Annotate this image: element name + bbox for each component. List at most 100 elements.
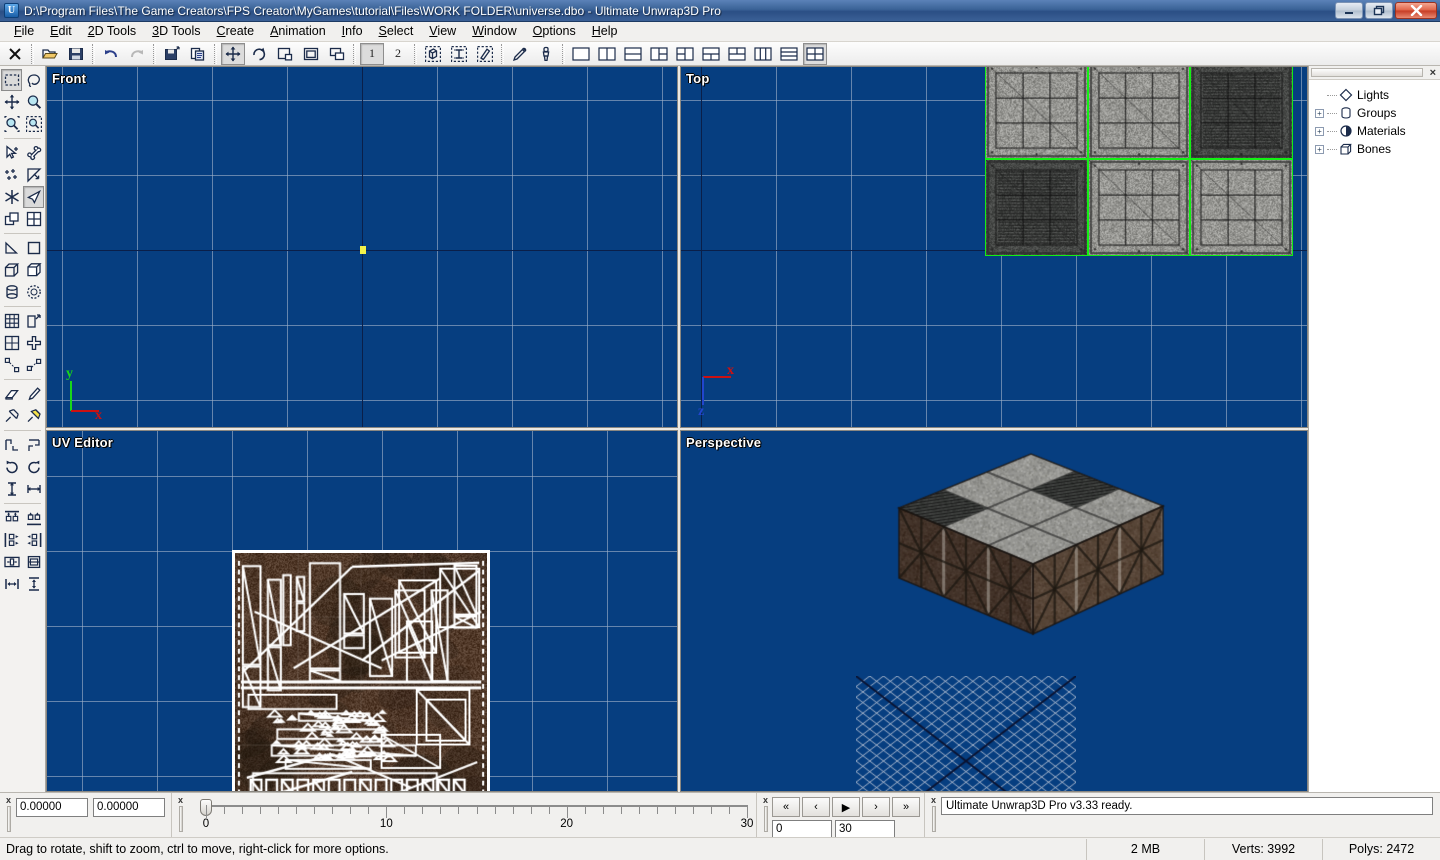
face-select-tool[interactable] (23, 186, 44, 208)
close-icon[interactable]: x (6, 796, 11, 805)
add-points-tool[interactable] (1, 164, 22, 186)
zoom-region-tool[interactable] (23, 113, 44, 135)
tree-node-bones[interactable]: + Bones (1315, 140, 1440, 158)
menu-item-animation[interactable]: Animation (262, 22, 334, 41)
split-edge-tool[interactable] (1, 354, 22, 376)
copy-icon[interactable] (186, 43, 210, 65)
align-bottom-tool[interactable] (23, 507, 44, 529)
timeline-panel-grip[interactable]: x (175, 795, 186, 832)
drag-handle[interactable] (931, 806, 936, 832)
select-uv-icon[interactable] (473, 43, 497, 65)
layout-one-left-two-right[interactable] (647, 43, 671, 65)
lasso-select-tool[interactable] (23, 69, 44, 91)
connect-tool[interactable] (23, 354, 44, 376)
layer-2-button[interactable]: 2 (386, 43, 410, 65)
bone-tool[interactable] (23, 142, 44, 164)
layout-quad[interactable] (803, 42, 827, 65)
select-face-icon[interactable] (447, 43, 471, 65)
layout-three-horizontal[interactable] (777, 43, 801, 65)
align-top-tool[interactable] (1, 507, 22, 529)
scene-tree-scrollbar[interactable] (1311, 68, 1423, 77)
subdivide-tool[interactable] (1, 310, 22, 332)
close-icon[interactable]: x (178, 796, 183, 805)
eraser-tool[interactable] (1, 383, 22, 405)
align-right-tool[interactable] (23, 529, 44, 551)
uv-map-canvas[interactable] (232, 550, 490, 791)
layout-two-left-one-right[interactable] (673, 43, 697, 65)
next-frame-button[interactable]: › (862, 797, 890, 817)
drag-handle[interactable] (178, 806, 183, 832)
coord-y-input[interactable]: 0.00000 (93, 798, 165, 817)
triangle-primitive-tool[interactable] (1, 237, 22, 259)
layout-single[interactable] (569, 43, 593, 65)
flip-horizontal-tool[interactable] (1, 434, 22, 456)
distribute-horizontal-tool[interactable] (1, 573, 22, 595)
weld-tool[interactable] (1, 332, 22, 354)
menu-item-options[interactable]: Options (525, 22, 584, 41)
rotate-icon[interactable] (247, 43, 271, 65)
zoom-tool[interactable] (23, 91, 44, 113)
center-horizontal-tool[interactable] (1, 551, 22, 573)
distribute-vertical-tool[interactable] (23, 573, 44, 595)
layout-two-vertical[interactable] (595, 43, 619, 65)
viewport-perspective[interactable]: Perspective (680, 430, 1308, 792)
drag-handle[interactable] (6, 806, 11, 832)
box-primitive-tool[interactable] (1, 259, 22, 281)
coordinate-panel-grip[interactable]: x (3, 795, 14, 832)
expand-toggle-icon[interactable]: + (1315, 108, 1324, 118)
move-icon[interactable] (221, 42, 245, 65)
menu-item-select[interactable]: Select (371, 22, 422, 41)
animation-timeline[interactable]: 0 10 20 30 (190, 795, 753, 835)
layout-one-top-two-bottom[interactable] (699, 43, 723, 65)
rotate-ccw-tool[interactable] (23, 456, 44, 478)
offset-icon[interactable] (325, 43, 349, 65)
layer-1-button[interactable]: 1 (360, 42, 384, 65)
prev-frame-button[interactable]: ‹ (802, 797, 830, 817)
extrude-tool[interactable] (23, 310, 44, 332)
log-panel-grip[interactable]: x (928, 795, 939, 832)
playback-panel-grip[interactable]: x (760, 795, 771, 832)
scale-vertical-tool[interactable] (1, 478, 22, 500)
tree-node-groups[interactable]: + Groups (1315, 104, 1440, 122)
pin-active-tool[interactable] (23, 405, 44, 427)
rotate-cw-tool[interactable] (1, 456, 22, 478)
pin-tool[interactable] (1, 405, 22, 427)
eyedropper-icon[interactable] (508, 43, 532, 65)
play-button[interactable]: ▶ (832, 797, 860, 817)
select-point-tool[interactable] (1, 142, 22, 164)
tree-node-materials[interactable]: + Materials (1315, 122, 1440, 140)
zoom-in-tool[interactable] (1, 113, 22, 135)
viewport-uv-editor[interactable]: UV Editor (46, 430, 678, 792)
snap-tool[interactable] (1, 186, 22, 208)
menu-item-view[interactable]: View (421, 22, 464, 41)
redo-icon[interactable] (125, 43, 149, 65)
coord-x-input[interactable]: 0.00000 (16, 798, 88, 817)
close-icon[interactable]: × (1430, 67, 1436, 78)
align-left-tool[interactable] (1, 529, 22, 551)
close-file-icon[interactable] (3, 43, 27, 65)
pan-tool[interactable] (1, 91, 22, 113)
cylinder-primitive-tool[interactable] (1, 281, 22, 303)
scale-icon[interactable] (273, 43, 297, 65)
viewport-top[interactable]: x z Top (680, 66, 1308, 428)
layout-two-top-one-bottom[interactable] (725, 43, 749, 65)
close-icon[interactable]: x (931, 796, 936, 805)
close-icon[interactable]: x (763, 796, 768, 805)
menu-item-edit[interactable]: Edit (42, 22, 80, 41)
move-axis-tool[interactable] (23, 332, 44, 354)
cube-primitive-tool[interactable] (23, 259, 44, 281)
scale-horizontal-tool[interactable] (23, 478, 44, 500)
plane-primitive-tool[interactable] (23, 237, 44, 259)
expand-toggle-icon[interactable]: + (1315, 144, 1324, 154)
last-frame-button[interactable]: » (892, 797, 920, 817)
menu-item-3d-tools[interactable]: 3D Tools (144, 22, 208, 41)
menu-item-file[interactable]: File (6, 22, 42, 41)
drag-handle[interactable] (763, 806, 768, 832)
menu-item-info[interactable]: Info (334, 22, 371, 41)
save-selection-icon[interactable] (160, 43, 184, 65)
close-icon[interactable] (1395, 2, 1437, 19)
menu-item-help[interactable]: Help (584, 22, 626, 41)
sphere-primitive-tool[interactable] (23, 281, 44, 303)
tree-node-lights[interactable]: Lights (1315, 86, 1440, 104)
first-frame-button[interactable]: « (772, 797, 800, 817)
